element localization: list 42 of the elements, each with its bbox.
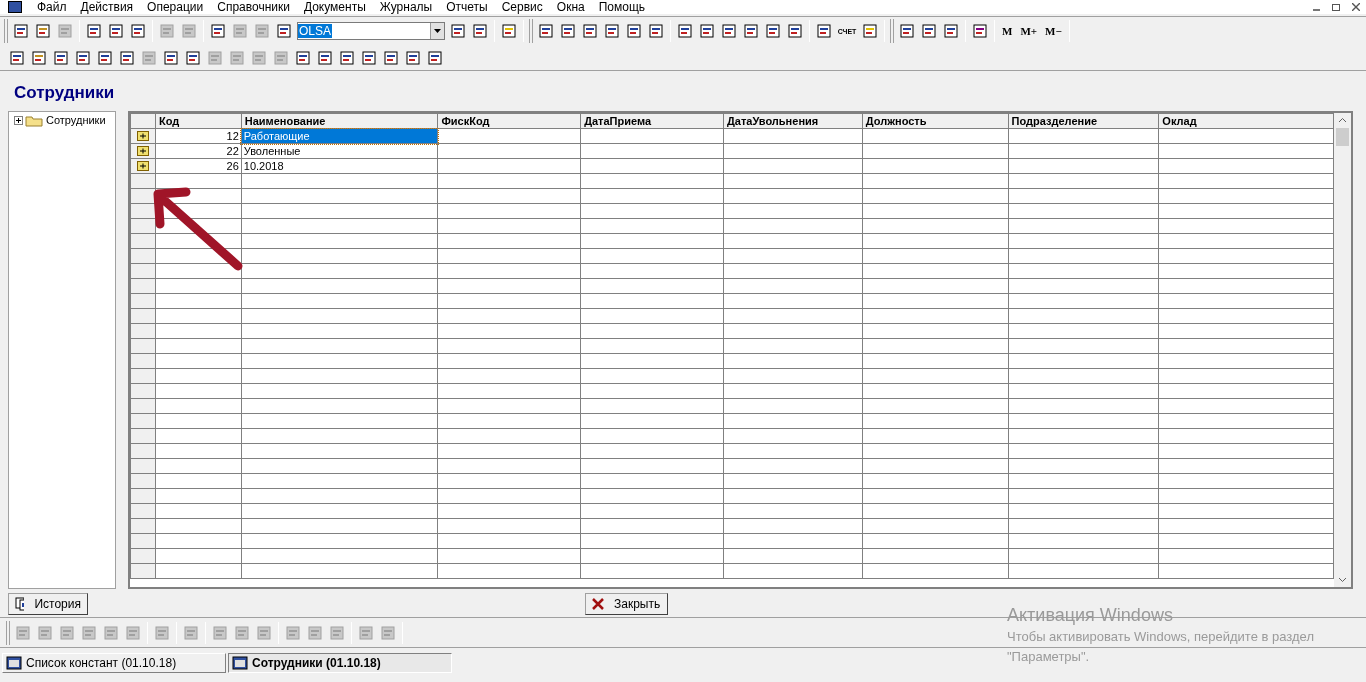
- close-button[interactable]: Закрыть: [585, 593, 668, 615]
- menu-item[interactable]: Действия: [73, 0, 141, 14]
- menu-item[interactable]: Отчеты: [439, 0, 495, 14]
- table-cell: 22: [155, 143, 242, 159]
- form-title: Сотрудники: [14, 82, 115, 104]
- menu-item[interactable]: Журналы: [372, 0, 440, 14]
- database-combo[interactable]: OLSA: [297, 22, 445, 40]
- window-icon: [232, 656, 248, 670]
- memory-button[interactable]: M+: [1016, 20, 1042, 42]
- close-x-icon: [592, 598, 604, 610]
- table-cell: 10.2018: [241, 158, 438, 174]
- menu-item[interactable]: Операции: [140, 0, 211, 14]
- tree-item[interactable]: Сотрудники: [45, 114, 107, 127]
- menu-item[interactable]: Файл: [30, 0, 74, 14]
- history-button[interactable]: История: [8, 593, 88, 615]
- menu-item[interactable]: Документы: [296, 0, 373, 14]
- table-cell: 12: [155, 128, 242, 144]
- scroll-thumb[interactable]: [1336, 128, 1349, 146]
- expand-icon[interactable]: [14, 116, 23, 125]
- activation-text: Чтобы активировать Windows, перейдите в раздел "Параметры".: [1007, 628, 1315, 666]
- app-icon[interactable]: [8, 1, 22, 13]
- column-header[interactable]: ДатаПриема: [580, 113, 724, 129]
- menu-item[interactable]: Помощь: [591, 0, 653, 14]
- menu-item[interactable]: Справочники: [210, 0, 297, 14]
- memory-button[interactable]: M−: [1041, 20, 1066, 42]
- menu-item[interactable]: Сервис: [494, 0, 550, 14]
- table-cell: Уволенные: [241, 143, 438, 159]
- window-tab[interactable]: Сотрудники (01.10.18): [228, 653, 452, 673]
- column-header[interactable]: Оклад: [1158, 113, 1334, 129]
- column-header[interactable]: Подразделение: [1008, 113, 1159, 129]
- memory-button[interactable]: M: [998, 20, 1017, 42]
- table-cell: 26: [155, 158, 242, 174]
- window-tab[interactable]: Список констант (01.10.18): [2, 653, 226, 673]
- column-header[interactable]: Наименование: [241, 113, 438, 129]
- column-header[interactable]: Должность: [862, 113, 1009, 129]
- window-icon: [6, 656, 22, 670]
- column-header[interactable]: Код: [155, 113, 242, 129]
- documents-icon: [15, 597, 25, 611]
- column-header[interactable]: ФискКод: [437, 113, 581, 129]
- column-header[interactable]: ДатаУвольнения: [723, 113, 863, 129]
- scrollbar[interactable]: [1334, 113, 1351, 587]
- menu-item[interactable]: Окна: [549, 0, 592, 14]
